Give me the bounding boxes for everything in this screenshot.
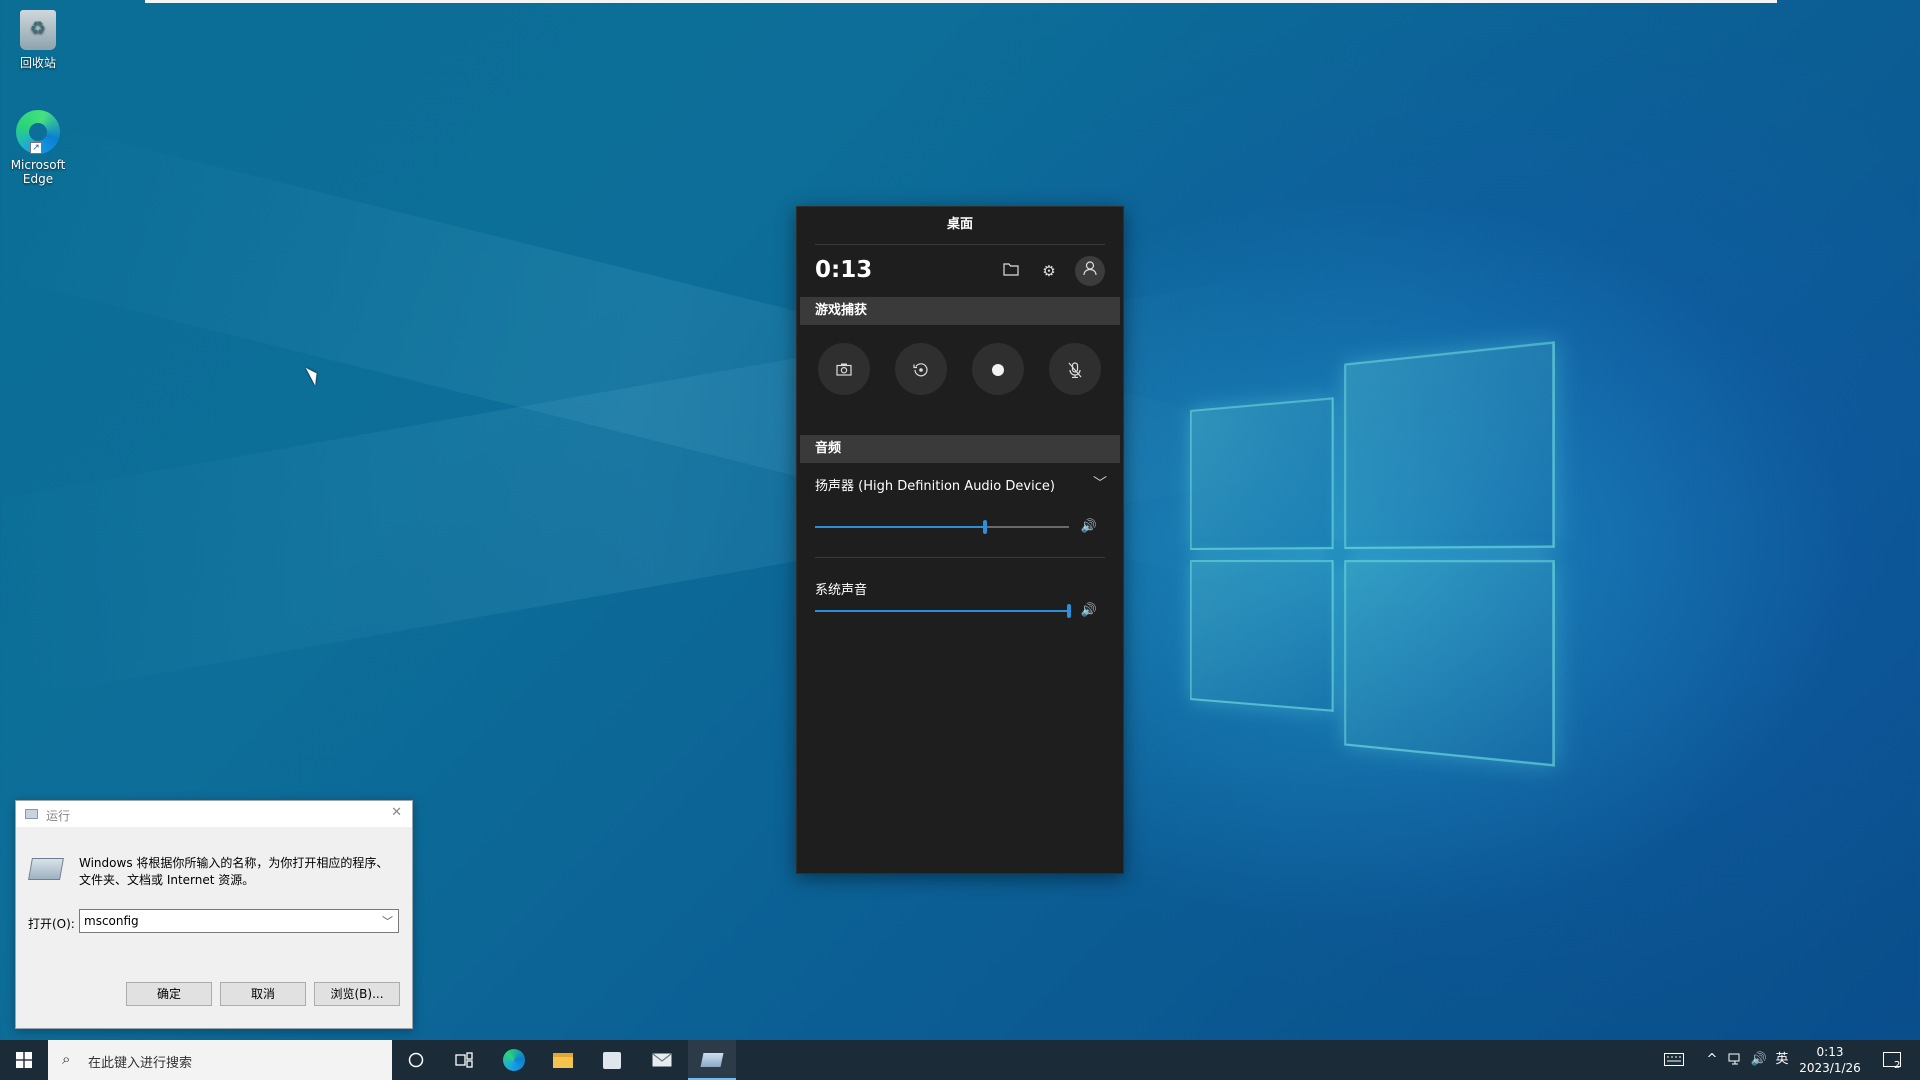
run-app-icon bbox=[25, 809, 38, 819]
game-bar-widget: 桌面 0:13 ⚙ 游戏捕获 音频 扬声器 (High Definition A… bbox=[796, 206, 1124, 874]
windows-logo-wallpaper bbox=[1190, 338, 1581, 781]
gamebar-title: 桌面 bbox=[815, 207, 1105, 245]
notification-count-badge: 2 bbox=[1894, 1046, 1900, 1080]
folder-icon[interactable] bbox=[999, 259, 1023, 283]
slider-thumb[interactable] bbox=[1067, 604, 1071, 618]
record-last-30s-button[interactable] bbox=[895, 343, 947, 395]
start-recording-button[interactable] bbox=[972, 343, 1024, 395]
gear-icon[interactable]: ⚙ bbox=[1037, 259, 1061, 283]
edge-icon: ↗ bbox=[16, 110, 60, 154]
logo-pane bbox=[1190, 397, 1334, 550]
audio-device-label: 扬声器 (High Definition Audio Device) bbox=[815, 475, 1055, 494]
mouse-cursor-icon bbox=[306, 365, 322, 386]
slider-fill bbox=[815, 610, 1069, 612]
browse-button[interactable]: 浏览(B)... bbox=[314, 982, 400, 1006]
user-icon[interactable] bbox=[1075, 256, 1105, 286]
cancel-button[interactable]: 取消 bbox=[220, 982, 306, 1006]
capture-buttons-row bbox=[797, 325, 1123, 435]
logo-pane bbox=[1344, 560, 1555, 767]
record-icon bbox=[991, 363, 1005, 377]
gamebar-header: 0:13 ⚙ bbox=[797, 245, 1123, 297]
top-edge-line bbox=[145, 0, 1777, 3]
run-dialog-buttons: 确定 取消 浏览(B)... bbox=[16, 959, 412, 1029]
mail-icon[interactable] bbox=[638, 1040, 686, 1080]
open-input-value[interactable]: msconfig bbox=[84, 914, 139, 928]
chevron-down-icon[interactable]: ﹀ bbox=[1093, 473, 1107, 493]
cortana-icon[interactable] bbox=[392, 1040, 440, 1080]
task-view-icon[interactable] bbox=[440, 1040, 488, 1080]
clock-time: 0:13 bbox=[1794, 1044, 1866, 1060]
slider-fill bbox=[815, 526, 985, 528]
screenshot-icon bbox=[836, 363, 852, 376]
keyboard-layout-icon[interactable] bbox=[1660, 1040, 1688, 1080]
volume-icon[interactable]: 🔊 bbox=[1748, 1040, 1770, 1080]
audio-mixer: 🔊 系统声音 🔊 bbox=[797, 507, 1123, 657]
shortcut-arrow-icon: ↗ bbox=[30, 142, 42, 154]
mic-toggle-button[interactable] bbox=[1049, 343, 1101, 395]
logo-pane bbox=[1344, 341, 1555, 549]
chevron-down-icon[interactable]: ﹀ bbox=[382, 913, 393, 929]
screenshot-button[interactable] bbox=[818, 343, 870, 395]
taskbar-clock[interactable]: 0:13 2023/1/26 bbox=[1794, 1044, 1866, 1076]
ime-indicator[interactable]: 英 bbox=[1770, 1040, 1794, 1080]
run-description: Windows 将根据你所输入的名称，为你打开相应的程序、文件夹、文档或 Int… bbox=[79, 855, 399, 889]
capture-section-header: 游戏捕获 bbox=[800, 297, 1120, 325]
taskbar: ⌕ 在此键入进行搜索 ^ 🔊 英 0:13 2023/1/26 2 bbox=[0, 1040, 1920, 1080]
gamebar-clock: 0:13 bbox=[815, 257, 872, 283]
search-icon: ⌕ bbox=[62, 1050, 70, 1068]
search-placeholder: 在此键入进行搜索 bbox=[88, 1052, 192, 1071]
clock-date: 2023/1/26 bbox=[1794, 1060, 1866, 1076]
record-last-icon bbox=[913, 362, 929, 378]
file-explorer-icon[interactable] bbox=[539, 1040, 587, 1080]
run-icon[interactable] bbox=[688, 1040, 736, 1080]
audio-section-header: 音频 bbox=[800, 435, 1120, 463]
speaker-icon[interactable]: 🔊 bbox=[1081, 519, 1097, 534]
notification-center-icon[interactable]: 2 bbox=[1872, 1040, 1912, 1080]
run-dialog: 运行 ✕ Windows 将根据你所输入的名称，为你打开相应的程序、文件夹、文档… bbox=[15, 800, 413, 1029]
audio-divider bbox=[815, 557, 1105, 558]
desktop-icon-label: Microsoft Edge bbox=[0, 158, 76, 186]
system-sounds-label: 系统声音 bbox=[815, 579, 867, 598]
run-icon bbox=[28, 858, 64, 880]
start-button[interactable] bbox=[0, 1040, 48, 1080]
chevron-up-icon[interactable]: ^ bbox=[1700, 1040, 1724, 1080]
ok-button[interactable]: 确定 bbox=[126, 982, 212, 1006]
open-combobox[interactable]: msconfig ﹀ bbox=[79, 909, 399, 933]
recycle-bin-icon bbox=[20, 10, 56, 50]
desktop-icon-edge[interactable]: ↗ Microsoft Edge bbox=[0, 100, 76, 186]
desktop-icon-label: 回收站 bbox=[0, 54, 76, 71]
taskbar-search-box[interactable]: ⌕ 在此键入进行搜索 bbox=[48, 1040, 392, 1080]
slider-thumb[interactable] bbox=[983, 520, 987, 534]
audio-device-selector[interactable]: 扬声器 (High Definition Audio Device) ﹀ bbox=[797, 463, 1123, 507]
edge-icon[interactable] bbox=[490, 1040, 538, 1080]
desktop-icon-recycle-bin[interactable]: 回收站 bbox=[0, 0, 76, 71]
open-label: 打开(O): bbox=[28, 915, 75, 932]
close-icon[interactable]: ✕ bbox=[391, 805, 402, 820]
network-icon[interactable] bbox=[1724, 1040, 1748, 1080]
store-icon[interactable] bbox=[588, 1040, 636, 1080]
run-dialog-title: 运行 bbox=[46, 807, 70, 824]
windows-start-icon bbox=[16, 1052, 32, 1068]
speaker-icon[interactable]: 🔊 bbox=[1081, 603, 1097, 618]
logo-pane bbox=[1190, 560, 1334, 712]
system-volume-slider[interactable] bbox=[815, 610, 1069, 612]
run-dialog-titlebar[interactable]: 运行 ✕ bbox=[16, 801, 412, 827]
mic-off-icon bbox=[1068, 362, 1082, 378]
device-volume-slider[interactable] bbox=[815, 526, 1069, 528]
